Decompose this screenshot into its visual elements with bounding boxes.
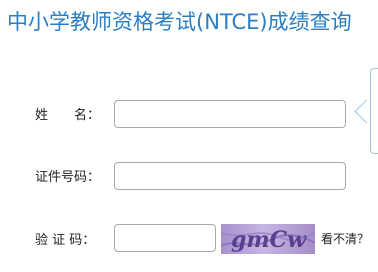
captcha-label: 验 证 码： xyxy=(35,233,96,248)
id-number-label: 证件号码： xyxy=(35,170,101,185)
captcha-image[interactable]: gmCw xyxy=(221,224,315,254)
tip-callout-box xyxy=(370,68,378,154)
name-input[interactable] xyxy=(114,100,346,128)
captcha-input[interactable] xyxy=(114,224,216,252)
captcha-noise-graphic: gmCw xyxy=(221,227,315,253)
captcha-text: gmCw xyxy=(231,227,307,253)
refresh-captcha-link[interactable]: 看不清？ xyxy=(321,231,369,247)
name-label: 姓 名： xyxy=(35,108,101,123)
page-title: 中小学教师资格考试(NTCE)成绩查询 xyxy=(7,10,352,34)
id-number-input[interactable] xyxy=(114,162,346,190)
